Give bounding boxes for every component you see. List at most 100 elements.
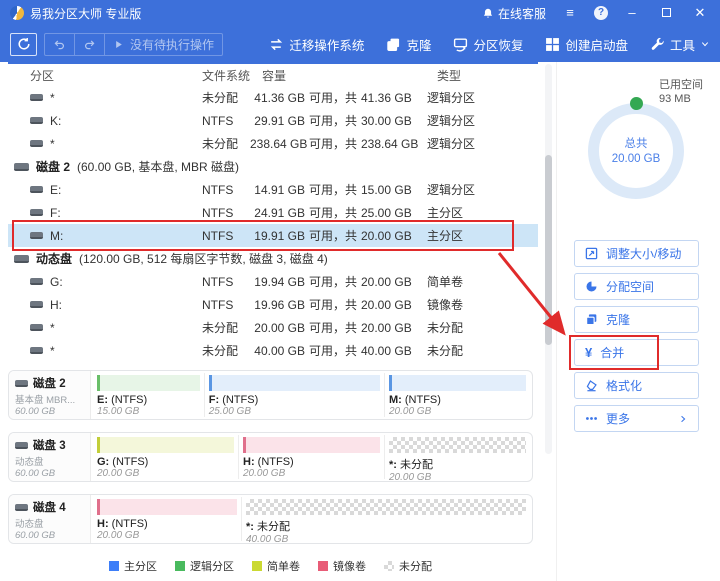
- minimize-button[interactable]: –: [622, 5, 642, 21]
- resize-icon: [585, 247, 598, 260]
- legend-label: 主分区: [124, 558, 157, 574]
- filesystem-cell: NTFS: [178, 183, 250, 197]
- toolbar-menu-item[interactable]: 迁移操作系统: [269, 35, 364, 54]
- partition-fill-bar: [97, 437, 234, 453]
- disk-maps: 磁盘 2 基本盘 MBR... 60.00 GB E: (NTFS) 15.00…: [8, 370, 533, 556]
- total-space-value: 20.00 GB: [588, 152, 684, 167]
- partition-icon: [30, 301, 43, 308]
- partition-name: *: [50, 137, 55, 151]
- legend-item: 镜像卷: [318, 558, 366, 574]
- table-row[interactable]: G: NTFS 19.94 GB 可用，共 20.00 GB 简单卷: [8, 270, 538, 293]
- clone-button[interactable]: 克隆: [574, 306, 699, 333]
- capacity-total-cell: 238.64 GB: [361, 137, 419, 151]
- partition-size: 15.00 GB: [97, 406, 200, 417]
- partition-size: 20.00 GB: [389, 472, 526, 482]
- type-cell: 简单卷: [419, 273, 538, 290]
- disk-map-label[interactable]: 磁盘 4 动态盘 60.00 GB: [9, 495, 91, 543]
- toolbar-menu-item[interactable]: 创建启动盘: [545, 35, 628, 54]
- action-label: 更多: [606, 410, 630, 427]
- recovery-icon: [453, 37, 468, 52]
- legend-swatch: [384, 561, 394, 571]
- partition-icon: [30, 324, 43, 331]
- disk-map-partition[interactable]: *: 未分配 20.00 GB: [384, 435, 530, 479]
- table-row[interactable]: H: NTFS 19.96 GB 可用，共 20.00 GB 镜像卷: [8, 293, 538, 316]
- disk-map-partition[interactable]: H: (NTFS) 20.00 GB: [93, 497, 241, 541]
- partition-size: 40.00 GB: [246, 534, 526, 544]
- partition-fill-bar: [389, 437, 526, 453]
- more-button[interactable]: 更多: [574, 405, 699, 432]
- disk-group-row[interactable]: 动态盘 (120.00 GB, 512 每扇区字节数, 磁盘 3, 磁盘 4): [8, 247, 538, 270]
- partition-fill-bar: [389, 375, 526, 391]
- partition-name: *: [50, 91, 55, 105]
- legend-item: 未分配: [384, 558, 432, 574]
- allocate-button[interactable]: 分配空间: [574, 273, 699, 300]
- table-row[interactable]: * 未分配 238.64 GB 可用，共 238.64 GB 逻辑分区: [8, 132, 538, 155]
- disk-map: 磁盘 2 基本盘 MBR... 60.00 GB E: (NTFS) 15.00…: [8, 370, 533, 420]
- partition-name: E:: [50, 183, 61, 197]
- disk-map-partition[interactable]: E: (NTFS) 15.00 GB: [93, 373, 204, 417]
- vertical-scrollbar[interactable]: [545, 64, 552, 454]
- resize-button[interactable]: 调整大小/移动: [574, 240, 699, 267]
- toolbar-menu-item[interactable]: 克隆: [386, 35, 431, 54]
- online-support-button[interactable]: 在线客服: [482, 5, 546, 22]
- help-icon[interactable]: ?: [594, 6, 608, 20]
- merge-button[interactable]: ¥ 合并: [574, 339, 699, 366]
- disk-map-partition[interactable]: *: 未分配 40.00 GB: [241, 497, 530, 541]
- disk-map-partition[interactable]: F: (NTFS) 25.00 GB: [204, 373, 384, 417]
- menu-icon[interactable]: ≡: [560, 5, 580, 21]
- table-row[interactable]: * 未分配 40.00 GB 可用，共 40.00 GB 未分配: [8, 339, 538, 362]
- column-capacity[interactable]: 容量: [250, 67, 429, 84]
- disk-map-partition[interactable]: H: (NTFS) 20.00 GB: [238, 435, 384, 479]
- scrollbar-thumb[interactable]: [545, 155, 552, 345]
- undo-button[interactable]: [45, 34, 75, 55]
- app-title: 易我分区大师 专业版: [30, 5, 141, 22]
- disk-icon: [14, 163, 29, 171]
- format-button[interactable]: 格式化: [574, 372, 699, 399]
- partition-name: M:: [50, 229, 63, 243]
- capacity-free-cell: 20.00 GB: [250, 321, 305, 335]
- partition-icon: [30, 278, 43, 285]
- legend-swatch: [109, 561, 119, 571]
- table-row[interactable]: M: NTFS 19.91 GB 可用，共 20.00 GB 主分区: [8, 224, 538, 247]
- table-row[interactable]: K: NTFS 29.91 GB 可用，共 30.00 GB 逻辑分区: [8, 109, 538, 132]
- type-cell: 逻辑分区: [419, 181, 538, 198]
- close-button[interactable]: ✕: [690, 5, 710, 21]
- disk-group-row[interactable]: 磁盘 2 (60.00 GB, 基本盘, MBR 磁盘): [8, 155, 538, 178]
- disk-name: 磁盘 3: [33, 437, 66, 453]
- maximize-button[interactable]: [656, 5, 676, 21]
- disk-map-partition[interactable]: M: (NTFS) 20.00 GB: [384, 373, 530, 417]
- capacity-separator: 可用，共: [305, 273, 361, 290]
- bell-icon: [482, 7, 494, 20]
- column-filesystem[interactable]: 文件系统: [178, 67, 250, 84]
- migrate-icon: [269, 37, 284, 52]
- table-row[interactable]: F: NTFS 24.91 GB 可用，共 25.00 GB 主分区: [8, 201, 538, 224]
- refresh-button[interactable]: [10, 33, 37, 56]
- partition-icon: [30, 347, 43, 354]
- capacity-separator: 可用，共: [305, 112, 361, 129]
- table-row[interactable]: * 未分配 20.00 GB 可用，共 20.00 GB 未分配: [8, 316, 538, 339]
- redo-button[interactable]: [75, 34, 105, 55]
- capacity-free-cell: 238.64 GB: [250, 137, 305, 151]
- capacity-total-cell: 30.00 GB: [361, 114, 419, 128]
- table-row[interactable]: E: NTFS 14.91 GB 可用，共 15.00 GB 逻辑分区: [8, 178, 538, 201]
- disk-map-label[interactable]: 磁盘 3 动态盘 60.00 GB: [9, 433, 91, 481]
- partition-size: 20.00 GB: [97, 530, 237, 541]
- type-cell: 逻辑分区: [419, 89, 538, 106]
- column-type[interactable]: 类型: [429, 67, 538, 84]
- disk-map-partition[interactable]: G: (NTFS) 20.00 GB: [93, 435, 238, 479]
- disk-map-label[interactable]: 磁盘 2 基本盘 MBR... 60.00 GB: [9, 371, 91, 419]
- undo-icon: [53, 38, 66, 51]
- table-row[interactable]: * 未分配 41.36 GB 可用，共 41.36 GB 逻辑分区: [8, 86, 538, 109]
- toolbar-menu-item[interactable]: 工具: [650, 35, 710, 54]
- capacity-free-cell: 29.91 GB: [250, 114, 305, 128]
- toolbar-menu-item[interactable]: 分区恢复: [453, 35, 523, 54]
- capacity-total-cell: 41.36 GB: [361, 91, 419, 105]
- toolbar: 没有待执行操作 迁移操作系统 克隆 分区恢复 创建启动盘 工具: [0, 26, 720, 62]
- legend-label: 未分配: [399, 558, 432, 574]
- format-icon: [585, 379, 598, 392]
- column-partition[interactable]: 分区: [8, 67, 178, 84]
- partition-fill-bar: [97, 499, 237, 515]
- disk-size: 60.00 GB: [15, 468, 84, 479]
- capacity-free-cell: 19.91 GB: [250, 229, 305, 243]
- filesystem-cell: NTFS: [178, 206, 250, 220]
